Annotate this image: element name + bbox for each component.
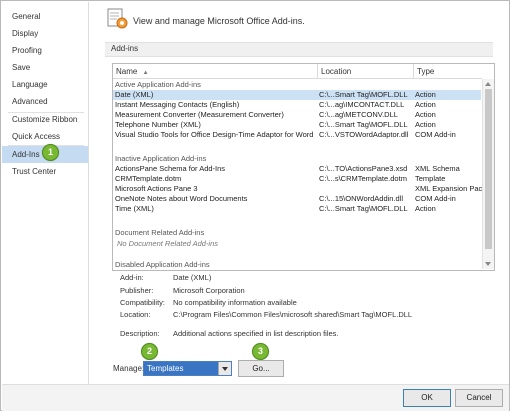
detail-compatibility-value: No compatibility information available bbox=[173, 298, 297, 307]
column-header-name[interactable]: Name ▲ bbox=[113, 64, 318, 79]
row-location: C:\...Smart Tag\MOFL.DLL bbox=[319, 120, 408, 129]
detail-description-label: Description: bbox=[120, 329, 160, 338]
empty-group-text: No Document Related Add-ins bbox=[117, 239, 219, 248]
manage-label: Manage: bbox=[113, 364, 145, 373]
row-type: COM Add-in bbox=[415, 194, 456, 203]
detail-location-label: Location: bbox=[120, 310, 151, 319]
row-name: Instant Messaging Contacts (English) bbox=[115, 100, 240, 109]
group-title-disabled: Disabled Application Add-ins bbox=[115, 260, 210, 269]
group-title-inactive: Inactive Application Add-ins bbox=[115, 154, 207, 163]
sidebar-item-language[interactable]: Language bbox=[2, 76, 88, 93]
row-type: Action bbox=[415, 110, 436, 119]
detail-addin-value: Date (XML) bbox=[173, 273, 212, 282]
sidebar-item-save[interactable]: Save bbox=[2, 59, 88, 76]
row-type: XML Schema bbox=[415, 164, 460, 173]
row-type: Action bbox=[415, 204, 436, 213]
manage-dropdown-value: Templates bbox=[147, 364, 184, 373]
column-header-location[interactable]: Location bbox=[318, 64, 414, 79]
row-location: C:\...ag\IMCONTACT.DLL bbox=[319, 100, 405, 109]
go-button[interactable]: Go... bbox=[238, 360, 284, 377]
detail-publisher-value: Microsoft Corporation bbox=[173, 286, 245, 295]
detail-compatibility-label: Compatibility: bbox=[120, 298, 166, 307]
column-header-name-label: Name bbox=[116, 67, 138, 76]
row-location: C:\...ag\METCONV.DLL bbox=[319, 110, 398, 119]
page-title: View and manage Microsoft Office Add-ins… bbox=[133, 16, 305, 26]
row-name: OneNote Notes about Word Documents bbox=[115, 194, 248, 203]
row-location: C:\...s\CRMTemplate.dotm bbox=[319, 174, 407, 183]
scrollbar-thumb[interactable] bbox=[485, 89, 492, 249]
detail-location-value: C:\Program Files\Common Files\microsoft … bbox=[173, 310, 413, 319]
row-name: Time (XML) bbox=[115, 204, 154, 213]
sidebar-item-general[interactable]: General bbox=[2, 8, 88, 25]
row-type: Action bbox=[415, 100, 436, 109]
vertical-scrollbar[interactable] bbox=[482, 79, 494, 269]
detail-description-value: Additional actions specified in list des… bbox=[173, 329, 339, 338]
options-window: General Display Proofing Save Language A… bbox=[0, 0, 510, 411]
sidebar-item-proofing[interactable]: Proofing bbox=[2, 42, 88, 59]
row-type: Template bbox=[415, 174, 446, 183]
row-name: Visual Studio Tools for Office Design-Ti… bbox=[115, 130, 314, 139]
addins-gear-icon bbox=[107, 8, 128, 29]
group-title-active: Active Application Add-ins bbox=[115, 80, 201, 89]
row-type: XML Expansion Pack bbox=[415, 184, 487, 193]
row-location: C:\...TO\ActionsPane3.xsd bbox=[319, 164, 408, 173]
detail-addin-label: Add-in: bbox=[120, 273, 144, 282]
row-location: C:\...Smart Tag\MOFL.DLL bbox=[319, 90, 408, 99]
sidebar-item-quick-access-toolbar[interactable]: Quick Access Toolbar bbox=[2, 128, 88, 158]
column-header-type[interactable]: Type bbox=[414, 64, 482, 79]
callout-badge-1: 1 bbox=[42, 144, 59, 161]
row-name: ActionsPane Schema for Add-Ins bbox=[115, 164, 226, 173]
row-location: C:\...VSTOWordAdaptor.dll bbox=[319, 130, 409, 139]
cancel-button[interactable]: Cancel bbox=[455, 389, 503, 407]
row-type: Action bbox=[415, 120, 436, 129]
sidebar-item-trust-center[interactable]: Trust Center bbox=[2, 163, 88, 180]
callout-badge-3: 3 bbox=[252, 343, 269, 360]
row-location: C:\...Smart Tag\MOFL.DLL bbox=[319, 204, 408, 213]
sidebar-item-customize-ribbon[interactable]: Customize Ribbon bbox=[2, 111, 88, 128]
table-row[interactable]: Date (XML) C:\...Smart Tag\MOFL.DLL Acti… bbox=[113, 90, 481, 100]
callout-badge-2: 2 bbox=[141, 343, 158, 360]
sort-ascending-icon: ▲ bbox=[142, 70, 149, 76]
addins-list[interactable]: Name ▲ Location Type Active Application … bbox=[112, 63, 495, 271]
row-name: Date (XML) bbox=[115, 90, 154, 99]
row-type: Action bbox=[415, 90, 436, 99]
scroll-down-icon[interactable] bbox=[485, 262, 491, 266]
row-location: C:\...15\ONWordAddin.dll bbox=[319, 194, 404, 203]
row-name: CRMTemplate.dotm bbox=[115, 174, 182, 183]
chevron-down-icon[interactable] bbox=[218, 362, 231, 375]
manage-dropdown[interactable]: Templates bbox=[143, 361, 232, 376]
section-header: Add-ins bbox=[105, 42, 493, 57]
group-title-document: Document Related Add-ins bbox=[115, 228, 205, 237]
sidebar-item-advanced[interactable]: Advanced bbox=[2, 93, 88, 110]
row-type: COM Add-in bbox=[415, 130, 456, 139]
section-title: Add-ins bbox=[111, 44, 139, 53]
row-name: Measurement Converter (Measurement Conve… bbox=[115, 110, 284, 119]
sidebar-item-display[interactable]: Display bbox=[2, 25, 88, 42]
ok-button[interactable]: OK bbox=[403, 389, 451, 407]
sidebar: General Display Proofing Save Language A… bbox=[2, 2, 89, 384]
row-name: Microsoft Actions Pane 3 bbox=[115, 184, 198, 193]
row-name: Telephone Number (XML) bbox=[115, 120, 201, 129]
scroll-up-icon[interactable] bbox=[485, 82, 491, 86]
detail-publisher-label: Publisher: bbox=[120, 286, 154, 295]
